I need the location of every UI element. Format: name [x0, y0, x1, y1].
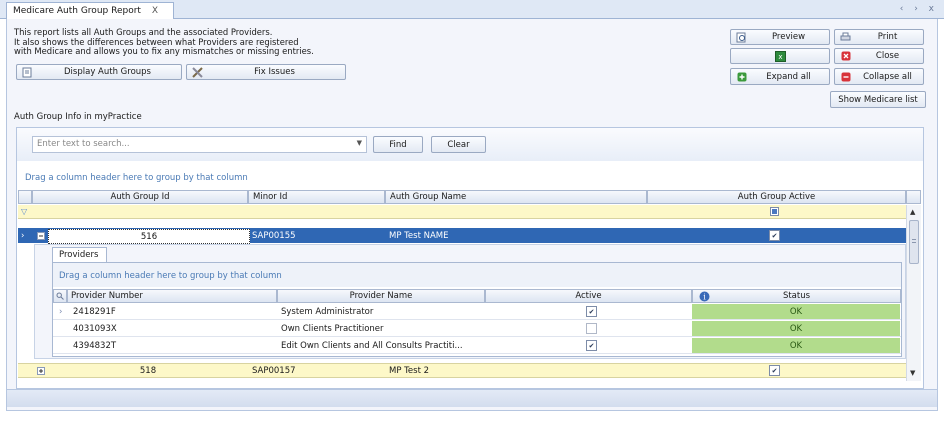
- expand-row-icon[interactable]: [37, 364, 45, 377]
- filter-icon: ▽: [21, 207, 28, 216]
- status-badge: OK: [692, 338, 900, 353]
- tab-providers[interactable]: Providers: [52, 247, 107, 262]
- auth-group-active-checkbox[interactable]: ✔: [769, 364, 780, 377]
- preview-button[interactable]: Preview: [730, 29, 830, 45]
- column-header-provider-number[interactable]: Provider Number: [67, 289, 277, 303]
- export-excel-button[interactable]: x: [730, 48, 830, 64]
- provider-name-cell[interactable]: Own Clients Practitioner: [281, 321, 384, 336]
- provider-row[interactable]: 4031093X Own Clients Practitioner OK: [53, 321, 901, 337]
- filter-checkbox-active[interactable]: [770, 207, 779, 216]
- close-icon: [839, 51, 852, 62]
- row-indicator-header: [18, 190, 32, 204]
- collapse-all-button[interactable]: Collapse all: [834, 68, 924, 85]
- providers-group-by-panel[interactable]: Drag a column header here to group by th…: [53, 263, 901, 287]
- auth-group-id-cell[interactable]: 518: [48, 364, 248, 377]
- preview-icon: [735, 32, 748, 43]
- search-placeholder: Enter text to search...: [37, 139, 130, 149]
- close-button[interactable]: Close: [834, 48, 924, 64]
- scroll-up-arrow-icon[interactable]: ▲: [910, 208, 915, 216]
- provider-active-checkbox[interactable]: [586, 321, 597, 336]
- providers-filter-icon[interactable]: [53, 289, 67, 303]
- print-button[interactable]: Print: [834, 29, 924, 45]
- auth-group-name-cell[interactable]: MP Test 2: [389, 364, 429, 377]
- row-indicator-icon: ›: [59, 306, 63, 317]
- provider-name-cell[interactable]: Edit Own Clients and All Consults Practi…: [281, 338, 463, 353]
- print-label: Print: [877, 32, 898, 42]
- checkbox-checked-icon: ✔: [586, 340, 597, 351]
- provider-row[interactable]: › 2418291F System Administrator ✔ OK: [53, 304, 901, 320]
- tab-navigation-controls[interactable]: ‹ › x: [900, 4, 938, 14]
- find-button[interactable]: Find: [373, 136, 423, 153]
- preview-label: Preview: [771, 32, 806, 42]
- footer-bar: [7, 389, 937, 407]
- tools-icon: [191, 66, 204, 78]
- column-header-minor-id[interactable]: Minor Id: [248, 190, 385, 204]
- checkbox-checked-icon: ✔: [769, 230, 780, 241]
- auth-group-active-checkbox[interactable]: ✔: [769, 228, 780, 243]
- show-medicare-list-button[interactable]: Show Medicare list: [830, 91, 926, 108]
- minor-id-cell[interactable]: SAP00155: [252, 228, 296, 243]
- auto-filter-row[interactable]: ▽: [18, 205, 906, 219]
- clear-label: Clear: [447, 139, 470, 150]
- column-header-auth-group-active[interactable]: Auth Group Active: [647, 190, 906, 204]
- status-badge: OK: [692, 321, 900, 336]
- close-label: Close: [875, 51, 900, 61]
- table-row[interactable]: 518 SAP00157 MP Test 2 ✔: [18, 363, 906, 378]
- auth-group-name-cell[interactable]: MP Test NAME: [389, 228, 448, 243]
- scroll-down-arrow-icon[interactable]: ▼: [910, 369, 915, 377]
- expand-all-label: Expand all: [766, 71, 811, 82]
- description-line-3: with Medicare and allows you to fix any …: [14, 46, 314, 56]
- checkbox-checked-icon: ✔: [586, 306, 597, 317]
- column-header-auth-group-id[interactable]: Auth Group Id: [32, 190, 248, 204]
- column-header-provider-name[interactable]: Provider Name: [277, 289, 485, 303]
- group-by-panel[interactable]: Drag a column header here to group by th…: [17, 161, 923, 189]
- tab-label: Medicare Auth Group Report: [13, 6, 141, 16]
- clear-button[interactable]: Clear: [431, 136, 486, 153]
- show-medicare-list-label: Show Medicare list: [838, 94, 918, 105]
- provider-number-cell[interactable]: 4394832T: [73, 338, 116, 353]
- display-auth-groups-button[interactable]: Display Auth Groups: [16, 64, 182, 80]
- provider-name-cell[interactable]: System Administrator: [281, 304, 373, 319]
- collapse-row-icon[interactable]: [37, 228, 45, 243]
- info-icon: i: [699, 291, 710, 305]
- minor-id-cell[interactable]: SAP00157: [252, 364, 296, 377]
- svg-text:x: x: [778, 53, 782, 61]
- status-badge: OK: [692, 304, 900, 319]
- scrollbar-thumb[interactable]: [909, 220, 919, 264]
- tab-medicare-auth-group-report[interactable]: Medicare Auth Group Report X: [6, 2, 174, 19]
- vertical-scrollbar[interactable]: ▲ ▼: [906, 205, 921, 381]
- expand-all-button[interactable]: Expand all: [730, 68, 830, 85]
- svg-text:i: i: [703, 292, 706, 301]
- column-header-auth-group-name[interactable]: Auth Group Name: [385, 190, 647, 204]
- provider-row[interactable]: 4394832T Edit Own Clients and All Consul…: [53, 338, 901, 354]
- table-row[interactable]: › 516 SAP00155 MP Test NAME ✔: [18, 228, 906, 244]
- column-header-status[interactable]: i Status: [692, 289, 901, 303]
- tab-close-icon[interactable]: X: [152, 6, 158, 16]
- auth-group-id-cell[interactable]: 516: [48, 229, 250, 244]
- expand-icon: [735, 71, 748, 82]
- search-input[interactable]: Enter text to search... ▼: [32, 136, 367, 153]
- provider-active-checkbox[interactable]: ✔: [586, 338, 597, 353]
- collapse-icon: [839, 71, 852, 82]
- provider-active-checkbox[interactable]: ✔: [586, 304, 597, 319]
- header-corner: [906, 190, 921, 204]
- find-label: Find: [389, 139, 407, 150]
- checkbox-checked-icon: ✔: [769, 365, 780, 376]
- collapse-all-label: Collapse all: [863, 71, 912, 82]
- report-icon: [21, 67, 34, 78]
- section-title: Auth Group Info in myPractice: [14, 112, 142, 122]
- checkbox-unchecked-icon: [586, 323, 597, 334]
- display-auth-groups-label: Display Auth Groups: [64, 67, 151, 77]
- fix-issues-label: Fix Issues: [254, 67, 295, 77]
- row-indicator-icon: ›: [21, 230, 25, 241]
- printer-icon: [839, 32, 852, 43]
- search-dropdown-icon[interactable]: ▼: [357, 139, 362, 147]
- report-description: This report lists all Auth Groups and th…: [14, 27, 344, 57]
- excel-icon: x: [774, 50, 787, 62]
- provider-number-cell[interactable]: 4031093X: [73, 321, 117, 336]
- status-header-label: Status: [782, 291, 811, 301]
- provider-number-cell[interactable]: 2418291F: [73, 304, 116, 319]
- column-header-active[interactable]: Active: [485, 289, 692, 303]
- fix-issues-button[interactable]: Fix Issues: [186, 64, 346, 80]
